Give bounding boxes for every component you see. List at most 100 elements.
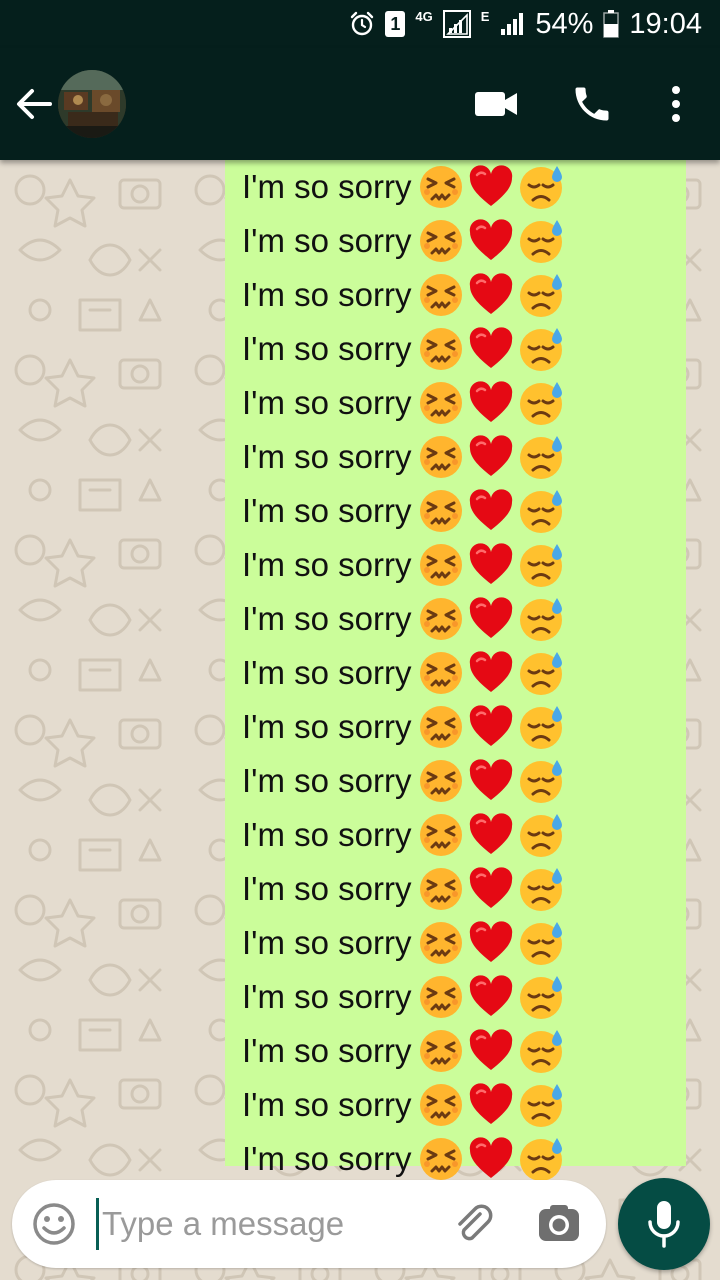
message-text: I'm so sorry [242,276,412,313]
message-input[interactable] [102,1194,432,1254]
downcast-face-with-sweat-emoji [517,433,565,481]
message-line: I'm so sorry [242,592,686,646]
message-text: I'm so sorry [242,1140,412,1177]
red-heart-emoji [467,757,515,805]
downcast-face-with-sweat-emoji [517,217,565,265]
red-heart-emoji [467,163,515,211]
downcast-face-with-sweat-emoji [517,1081,565,1129]
message-text: I'm so sorry [242,762,412,799]
red-heart-emoji [467,919,515,967]
confounded-face-emoji [417,865,465,913]
red-heart-emoji [467,595,515,643]
video-camera-icon [475,92,517,116]
smiley-icon [33,1203,75,1245]
avatar[interactable] [58,70,126,138]
message-bubble[interactable]: I'm so sorry I'm so sorry I'm so sorry I'm … [225,160,686,1181]
confounded-face-emoji [417,1027,465,1075]
message-text: I'm so sorry [242,600,412,637]
message-text: I'm so sorry [242,978,412,1015]
message-line: I'm so sorry [242,160,686,214]
sim-badge: 1 [385,11,406,37]
camera-button[interactable] [536,1202,582,1246]
voice-message-button[interactable] [618,1178,710,1270]
message-line: I'm so sorry [242,646,686,700]
message-line: I'm so sorry [242,322,686,376]
video-call-button[interactable] [472,86,520,122]
downcast-face-with-sweat-emoji [517,919,565,967]
confounded-face-emoji [417,541,465,589]
confounded-face-emoji [417,595,465,643]
confounded-face-emoji [417,649,465,697]
downcast-face-with-sweat-emoji [517,1027,565,1075]
message-text: I'm so sorry [242,924,412,961]
more-vert-icon [672,86,680,122]
message-lines: I'm so sorry I'm so sorry I'm so sorry I'm … [242,160,686,1186]
red-heart-emoji [467,217,515,265]
confounded-face-emoji [417,1081,465,1129]
message-line: I'm so sorry [242,376,686,430]
downcast-face-with-sweat-emoji [517,595,565,643]
signal-sim2-icon [499,11,525,37]
alarm-icon [349,11,375,37]
chat-scroll-area[interactable]: I'm so sorry I'm so sorry I'm so sorry I'm … [0,160,720,1280]
downcast-face-with-sweat-emoji [517,163,565,211]
message-line: I'm so sorry [242,268,686,322]
attach-button[interactable] [450,1200,498,1248]
confounded-face-emoji [417,487,465,535]
red-heart-emoji [467,487,515,535]
red-heart-emoji [467,811,515,859]
red-heart-emoji [467,433,515,481]
confounded-face-emoji [417,973,465,1021]
message-line: I'm so sorry [242,970,686,1024]
confounded-face-emoji [417,757,465,805]
downcast-face-with-sweat-emoji [517,649,565,697]
downcast-face-with-sweat-emoji [517,757,565,805]
arrow-left-icon [17,89,52,119]
downcast-face-with-sweat-emoji [517,271,565,319]
confounded-face-emoji [417,379,465,427]
message-text: I'm so sorry [242,492,412,529]
confounded-face-emoji [417,271,465,319]
downcast-face-with-sweat-emoji [517,811,565,859]
confounded-face-emoji [417,919,465,967]
message-line: I'm so sorry [242,754,686,808]
downcast-face-with-sweat-emoji [517,487,565,535]
red-heart-emoji [467,973,515,1021]
message-text: I'm so sorry [242,708,412,745]
message-text: I'm so sorry [242,222,412,259]
downcast-face-with-sweat-emoji [517,325,565,373]
message-line: I'm so sorry [242,484,686,538]
battery-icon [603,10,620,38]
avatar-photo [58,70,126,138]
back-button[interactable] [12,82,56,126]
message-text: I'm so sorry [242,816,412,853]
message-text: I'm so sorry [242,330,412,367]
more-options-button[interactable] [662,82,690,126]
red-heart-emoji [467,379,515,427]
microphone-icon [648,1201,680,1248]
downcast-face-with-sweat-emoji [517,541,565,589]
red-heart-emoji [467,649,515,697]
message-text: I'm so sorry [242,384,412,421]
message-line: I'm so sorry [242,214,686,268]
confounded-face-emoji [417,163,465,211]
status-bar: 1 4G E 54% 19:04 [0,0,720,48]
chat-header [0,48,720,160]
downcast-face-with-sweat-emoji [517,1135,565,1183]
red-heart-emoji [467,541,515,589]
downcast-face-with-sweat-emoji [517,973,565,1021]
voice-call-button[interactable] [570,82,614,126]
battery-percent: 54% [535,7,594,40]
signal-sim1-icon [442,10,471,38]
confounded-face-emoji [417,1135,465,1183]
message-text: I'm so sorry [242,870,412,907]
clock-time: 19:04 [629,7,702,40]
message-text: I'm so sorry [242,1086,412,1123]
emoji-button[interactable] [30,1200,78,1248]
message-text: I'm so sorry [242,1032,412,1069]
message-composer [12,1180,606,1268]
confounded-face-emoji [417,811,465,859]
downcast-face-with-sweat-emoji [517,703,565,751]
red-heart-emoji [467,865,515,913]
phone-icon [575,87,609,121]
